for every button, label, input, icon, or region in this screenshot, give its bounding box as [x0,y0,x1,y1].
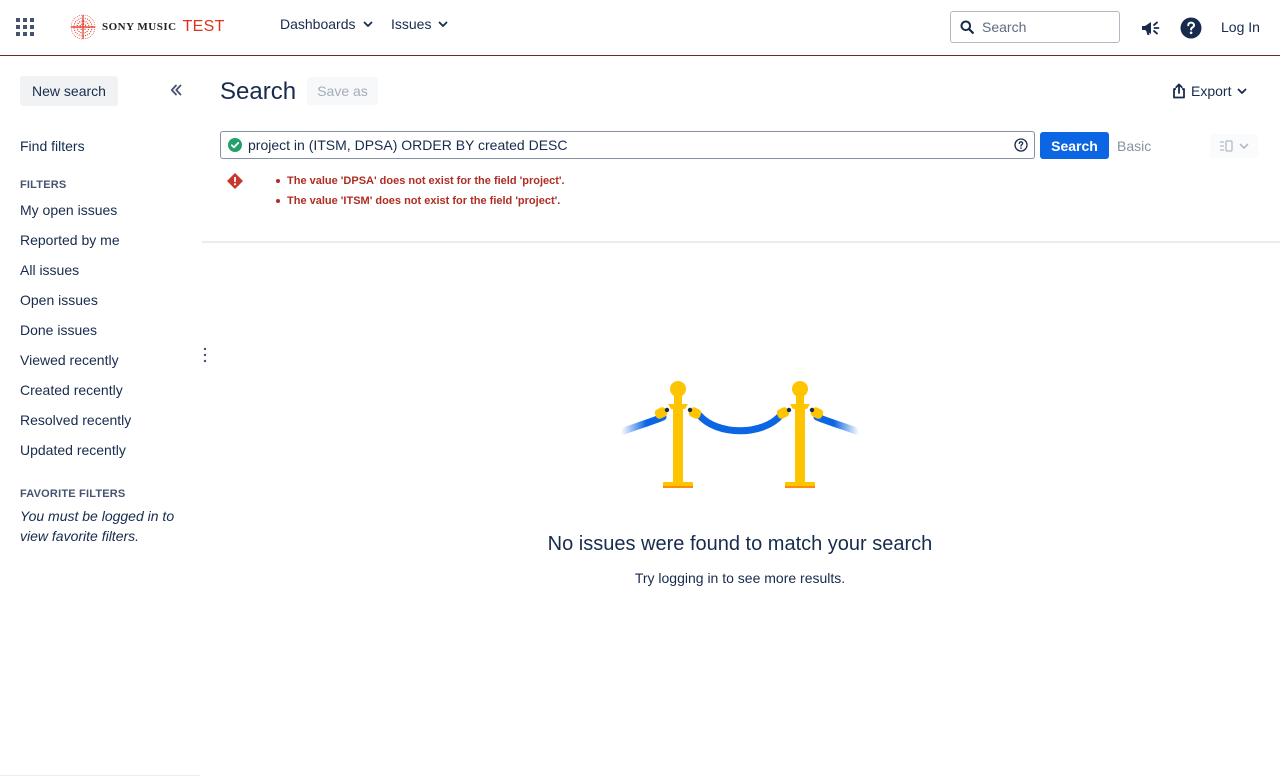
velvet-rope-illustration-icon [619,381,861,488]
sidebar-filter-created-recently[interactable]: Created recently [20,382,123,398]
basic-mode-toggle[interactable]: Basic [1117,138,1151,154]
help-icon[interactable] [1179,16,1203,40]
global-search[interactable] [950,11,1120,43]
save-as-button[interactable]: Save as [307,77,378,105]
jql-help-icon[interactable] [1014,138,1028,152]
sidebar-filter-open-issues[interactable]: Open issues [20,292,98,308]
top-navigation: SONY MUSIC TEST Dashboards Issues Log In [0,0,1280,56]
view-switcher[interactable] [1210,134,1258,158]
chevron-down-icon [439,21,448,27]
sidebar-resize-handle-icon[interactable] [203,347,207,363]
environment-label: TEST [182,18,225,35]
nav-menu-issues[interactable]: Issues [391,16,448,32]
sidebar: New search Find filters FILTERS My open … [0,57,200,776]
global-search-input[interactable] [982,19,1112,35]
valid-check-icon [228,138,242,152]
find-filters-link[interactable]: Find filters [20,138,85,154]
sidebar-filter-done-issues[interactable]: Done issues [20,322,97,338]
results-divider [202,241,1280,243]
error-icon [227,173,243,189]
sidebar-filter-updated-recently[interactable]: Updated recently [20,442,126,458]
filters-heading: FILTERS [20,179,67,191]
jql-error-message: The value 'DPSA' does not exist for the … [276,174,565,194]
nav-menu-dashboards[interactable]: Dashboards [280,16,373,32]
chevron-down-icon [363,21,372,27]
jql-error-list: The value 'DPSA' does not exist for the … [276,174,565,214]
export-button[interactable]: Export [1172,81,1247,101]
login-link[interactable]: Log In [1221,19,1260,35]
collapse-sidebar-icon[interactable] [169,83,183,97]
export-label: Export [1191,83,1232,99]
sidebar-filter-my-open-issues[interactable]: My open issues [20,202,117,218]
jql-query-text[interactable]: project in (ITSM, DPSA) ORDER BY created… [248,137,1014,153]
brand-name: SONY MUSIC [102,21,177,33]
favorite-filters-note: You must be logged in to view favorite f… [20,508,175,544]
list-view-icon [1220,140,1233,152]
nav-menu-label: Dashboards [280,16,356,32]
search-icon [960,20,974,34]
brand-logo[interactable]: SONY MUSIC TEST [70,14,225,40]
jql-error-message: The value 'ITSM' does not exist for the … [276,194,565,214]
new-search-button[interactable]: New search [20,76,118,106]
chevron-down-icon [1238,88,1247,94]
megaphone-icon[interactable] [1139,16,1163,40]
empty-state-subtitle: Try logging in to see more results. [634,570,846,586]
empty-state-title: No issues were found to match your searc… [547,533,933,555]
app-switcher-icon[interactable] [16,18,34,36]
export-icon [1173,83,1185,99]
page-title: Search [220,78,297,105]
sidebar-filter-all-issues[interactable]: All issues [20,262,79,278]
sidebar-filter-resolved-recently[interactable]: Resolved recently [20,412,131,428]
sony-music-logo-icon [70,14,96,40]
nav-menu-label: Issues [391,16,432,32]
search-button[interactable]: Search [1040,132,1109,159]
jql-query-input[interactable]: project in (ITSM, DPSA) ORDER BY created… [220,131,1035,159]
sidebar-filter-viewed-recently[interactable]: Viewed recently [20,352,119,368]
chevron-down-icon [1239,143,1249,149]
favorite-filters-heading: FAVORITE FILTERS [20,488,126,500]
sidebar-filter-reported-by-me[interactable]: Reported by me [20,232,120,248]
